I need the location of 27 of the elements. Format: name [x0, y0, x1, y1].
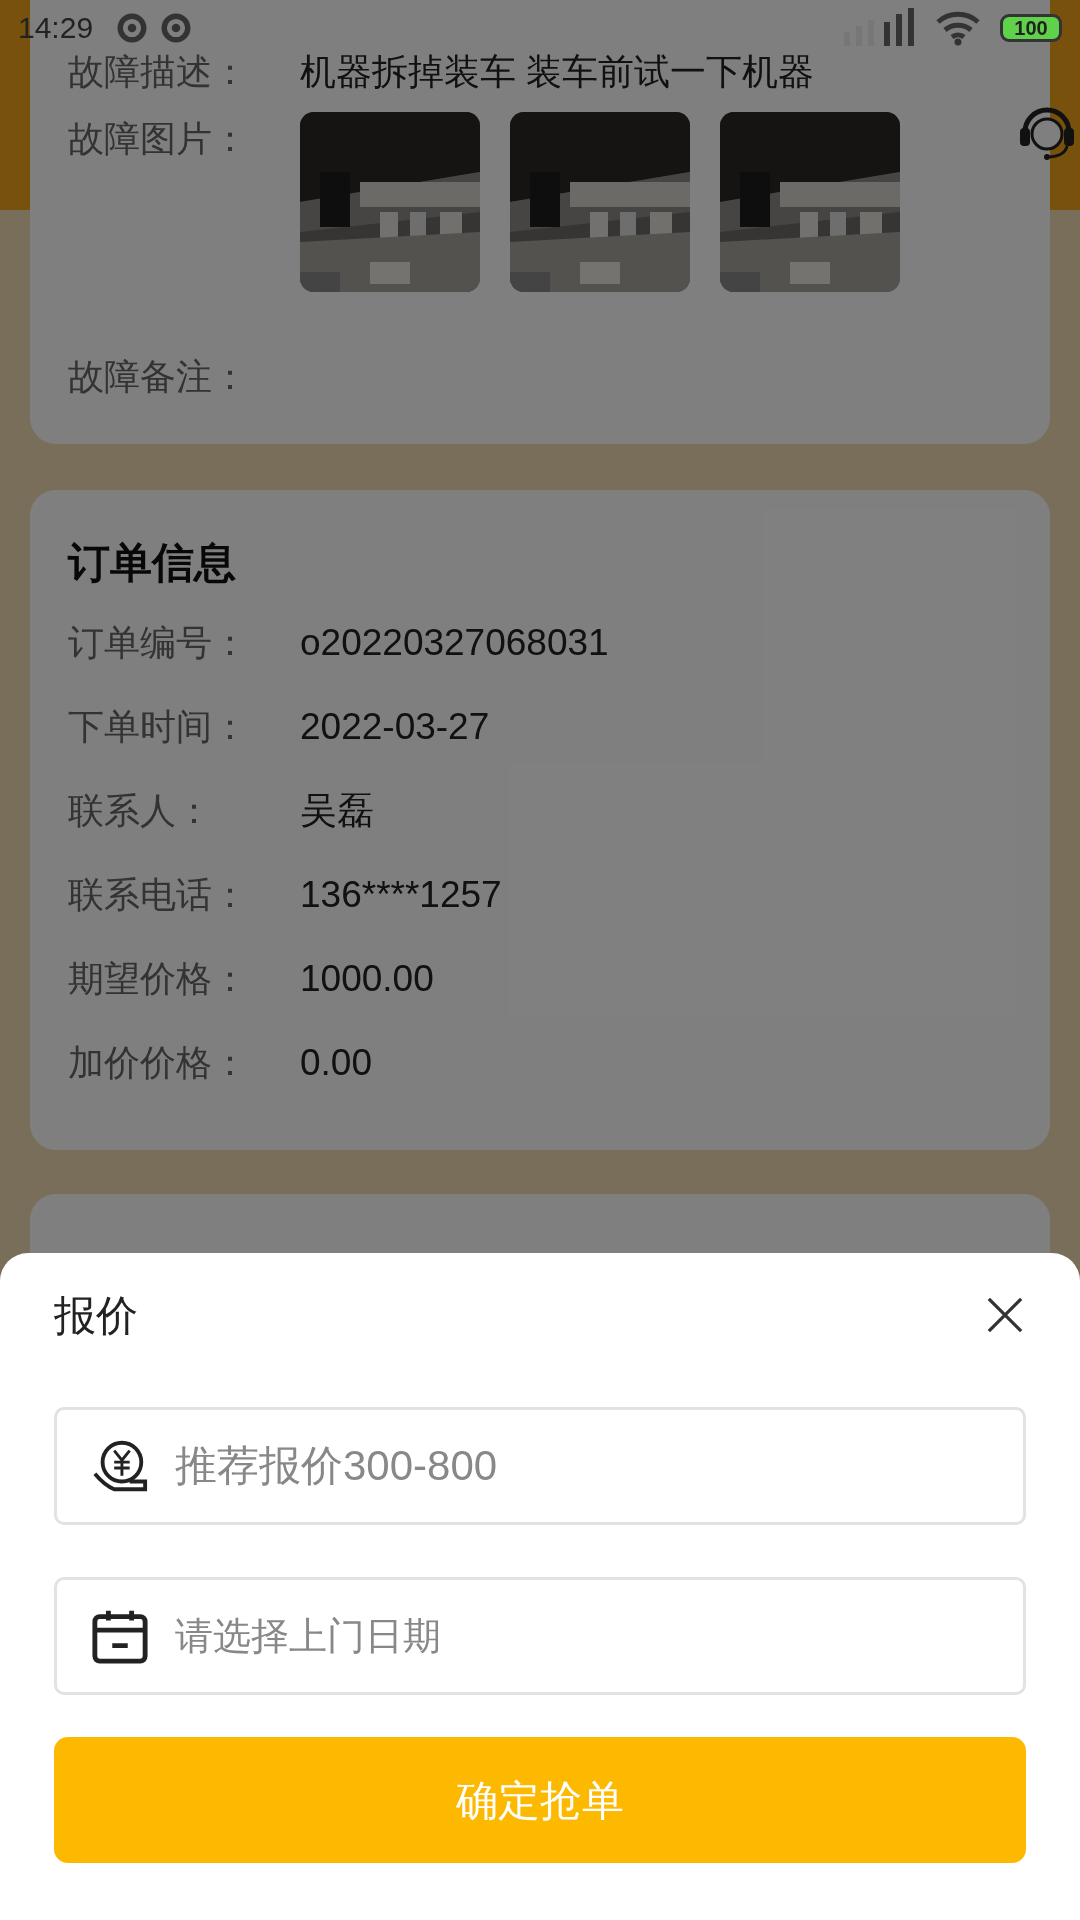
notification-icon — [117, 13, 147, 43]
field-label: 联系人： — [68, 789, 213, 833]
close-icon[interactable] — [986, 1296, 1024, 1334]
field-value: 2022-03-27 — [300, 705, 490, 750]
field-value: 1000.00 — [300, 957, 434, 1002]
field-label: 加价价格： — [68, 1041, 249, 1085]
notification-icon — [161, 13, 191, 43]
field-label: 期望价格： — [68, 957, 249, 1001]
field-value: 136****1257 — [300, 873, 502, 918]
sheet-title: 报价 — [54, 1290, 138, 1341]
submit-button[interactable]: 确定抢单 — [54, 1737, 1026, 1863]
field-label: 故障描述： — [68, 54, 248, 90]
signal-icon — [844, 8, 914, 48]
field-value: o20220327068031 — [300, 621, 609, 666]
field-label: 故障图片： — [68, 117, 249, 161]
field-value: 吴磊 — [300, 789, 374, 834]
field-value: 0.00 — [300, 1041, 372, 1086]
input-field[interactable]: 请选择上门日期 — [54, 1577, 1026, 1695]
wifi-icon — [936, 10, 980, 46]
field-label: 故障备注： — [68, 355, 248, 399]
field-label: 下单时间： — [68, 705, 249, 749]
field-label: 联系电话： — [68, 873, 249, 917]
input-field[interactable]: 推荐报价300-800 — [54, 1407, 1026, 1525]
battery-icon: 100 — [1000, 14, 1062, 42]
field-value: 机器拆掉装车 装车前试一下机器 — [300, 54, 814, 90]
card-title: 订单信息 — [68, 538, 237, 588]
field-label: 订单编号： — [68, 621, 249, 665]
